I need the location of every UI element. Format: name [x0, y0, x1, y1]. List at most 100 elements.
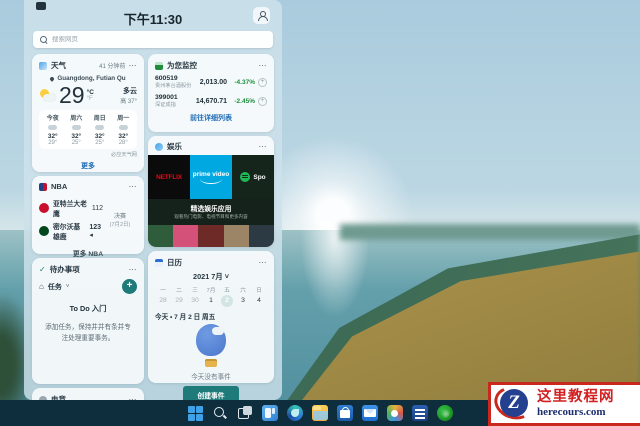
web-search-bar[interactable] [33, 31, 273, 48]
calendar-widget[interactable]: 日历 ⋯ 2021 7月 ˅ 一 二 三 7月 五 六 日 28 [148, 251, 274, 383]
prime-video-tile[interactable]: prime video [190, 155, 232, 199]
task-view-icon[interactable] [237, 405, 253, 421]
hawks-logo-icon [39, 203, 49, 213]
stock-row[interactable]: 600519 贵州茅台酒股份 2,013.00 -4.37% + [155, 75, 267, 89]
nba-more-link[interactable]: 更多 NBA [39, 248, 137, 258]
stocks-menu-button[interactable]: ⋯ [259, 63, 268, 69]
calendar-day[interactable]: 29 [171, 294, 187, 307]
start-button[interactable] [188, 406, 203, 421]
todo-check-icon: ✓ [39, 265, 46, 274]
mail-icon[interactable] [362, 405, 378, 421]
weather-more-link[interactable]: 更多 [39, 161, 137, 171]
nba-logo-icon [39, 183, 47, 191]
calendar-week-headers: 一 二 三 7月 五 六 日 [155, 285, 267, 294]
window-fragment [36, 2, 46, 10]
weather-widget[interactable]: 天气 41 分钟前 ⋯ Guangdong, Futian Qu [32, 54, 144, 172]
add-task-button[interactable]: + [122, 279, 137, 294]
calendar-day[interactable]: 28 [155, 294, 171, 307]
profile-button[interactable] [253, 7, 270, 24]
cloud-icon [48, 125, 57, 130]
bucks-logo-icon [39, 226, 49, 236]
entertainment-banner-caption: 观看热门电影、电视节目和更多内容 [150, 214, 272, 220]
widgets-icon[interactable] [262, 405, 278, 421]
calendar-month-selector[interactable]: 2021 7月 ˅ [155, 272, 267, 282]
forecast-day[interactable]: 周六 32° 25° [65, 113, 89, 146]
weather-menu-button[interactable]: ⋯ [129, 63, 138, 69]
watermark-site-url: herecours.com [537, 406, 615, 419]
create-event-button[interactable]: 创建事件 [183, 386, 238, 400]
poster-thumbnail[interactable] [198, 225, 223, 247]
spotify-tile[interactable]: Spo [232, 155, 274, 199]
weather-icon [39, 62, 47, 70]
poster-thumbnail[interactable] [148, 225, 173, 247]
nba-stage: 决赛 [103, 211, 137, 220]
watchlist-add-button[interactable]: + [258, 78, 267, 87]
entertainment-title: 娱乐 [167, 141, 182, 152]
unit-fahrenheit[interactable]: °F [87, 96, 94, 102]
weather-provider-link[interactable]: 必应天气网 [39, 151, 137, 158]
spotify-icon [240, 172, 250, 182]
calendar-today-label: 今天 • 7 月 2 日 周五 [155, 311, 267, 321]
esports-widget[interactable]: 电竞 ⋯ 选择游戏 [32, 388, 144, 400]
todo-heading: To Do 入门 [39, 304, 137, 314]
widgets-panel: 下午11:30 天气 41 分钟前 ⋯ [24, 0, 282, 400]
person-icon [257, 11, 266, 20]
stocks-chart-icon [155, 62, 163, 70]
calendar-menu-button[interactable]: ⋯ [259, 260, 268, 266]
stock-row[interactable]: 399001 深证成指 14,670.71 -2.45% + [155, 94, 267, 108]
stocks-widget[interactable]: 为您监控 ⋯ 600519 贵州茅台酒股份 2,013.00 -4.37% + [148, 54, 274, 132]
cloud-icon [95, 125, 104, 130]
nba-widget[interactable]: NBA ⋯ 亚特兰大老鹰 112 密尔沃基雄鹿 [32, 176, 144, 254]
entertainment-widget[interactable]: 娱乐 ⋯ NETFLIX prime video Spo [148, 136, 274, 247]
nba-title: NBA [51, 182, 67, 191]
entertainment-icon [155, 143, 163, 151]
taskbar-search-icon[interactable] [212, 405, 228, 421]
nba-team-row: 亚特兰大老鹰 112 [39, 198, 103, 218]
entertainment-menu-button[interactable]: ⋯ [259, 144, 268, 150]
calendar-title: 日历 [167, 257, 182, 268]
xbox-icon[interactable] [437, 405, 453, 421]
photos-icon[interactable] [387, 405, 403, 421]
unit-celsius[interactable]: °C [87, 89, 94, 96]
entertainment-banner-title: 精选娱乐应用 [150, 203, 272, 213]
watermark-logo-icon: Z [495, 386, 533, 422]
calendar-day[interactable]: 1 [203, 294, 219, 307]
office-icon[interactable] [412, 405, 428, 421]
poster-thumbnail[interactable] [173, 225, 198, 247]
nba-stage-date: (7月2日) [103, 220, 137, 228]
stocks-detail-link[interactable]: 前往详细列表 [155, 113, 267, 123]
desktop: 下午11:30 天气 41 分钟前 ⋯ [0, 0, 640, 426]
wallpaper-far-shore [340, 224, 640, 240]
todo-widget[interactable]: ✓ 待办事项 ⋯ ⌂ 任务 ˅ + To Do 入门 添加任务，保持井井有条并专… [32, 258, 144, 384]
calendar-day-selected[interactable]: 2 [219, 294, 235, 307]
calendar-day[interactable]: 30 [187, 294, 203, 307]
forecast-day[interactable]: 今夜 32° 29° [41, 113, 65, 146]
calendar-day[interactable]: 4 [251, 294, 267, 307]
calendar-day[interactable]: 3 [235, 294, 251, 307]
search-icon [40, 36, 47, 43]
todo-title: 待办事项 [50, 264, 80, 275]
wallpaper-sun-reflection [300, 228, 370, 318]
forecast-day[interactable]: 周日 32° 25° [88, 113, 112, 146]
calendar-icon [155, 259, 163, 267]
forecast-day[interactable]: 周一 32° 28° [112, 113, 136, 146]
weather-condition: 多云 [120, 86, 137, 96]
microsoft-store-icon[interactable] [337, 405, 353, 421]
tasks-list-icon: ⌂ [39, 282, 44, 291]
nba-menu-button[interactable]: ⋯ [129, 184, 138, 190]
poster-thumbnail[interactable] [224, 225, 249, 247]
watermark: Z 这里教程网 herecours.com [488, 382, 640, 426]
todo-description: 添加任务，保持井井有条并专注处理重要事务。 [39, 322, 137, 344]
watchlist-add-button[interactable]: + [258, 97, 267, 106]
netflix-tile[interactable]: NETFLIX [148, 155, 190, 199]
tasks-list-selector[interactable]: 任务 [48, 282, 62, 292]
watermark-site-name: 这里教程网 [537, 389, 615, 406]
file-explorer-icon[interactable] [312, 405, 328, 421]
search-input[interactable] [52, 36, 266, 43]
weather-location: Guangdong, Futian Qu [57, 75, 125, 82]
edge-icon[interactable] [287, 405, 303, 421]
todo-menu-button[interactable]: ⋯ [129, 267, 138, 273]
weather-title: 天气 [51, 60, 66, 71]
poster-thumbnail[interactable] [249, 225, 274, 247]
balloon-illustration [155, 324, 267, 367]
